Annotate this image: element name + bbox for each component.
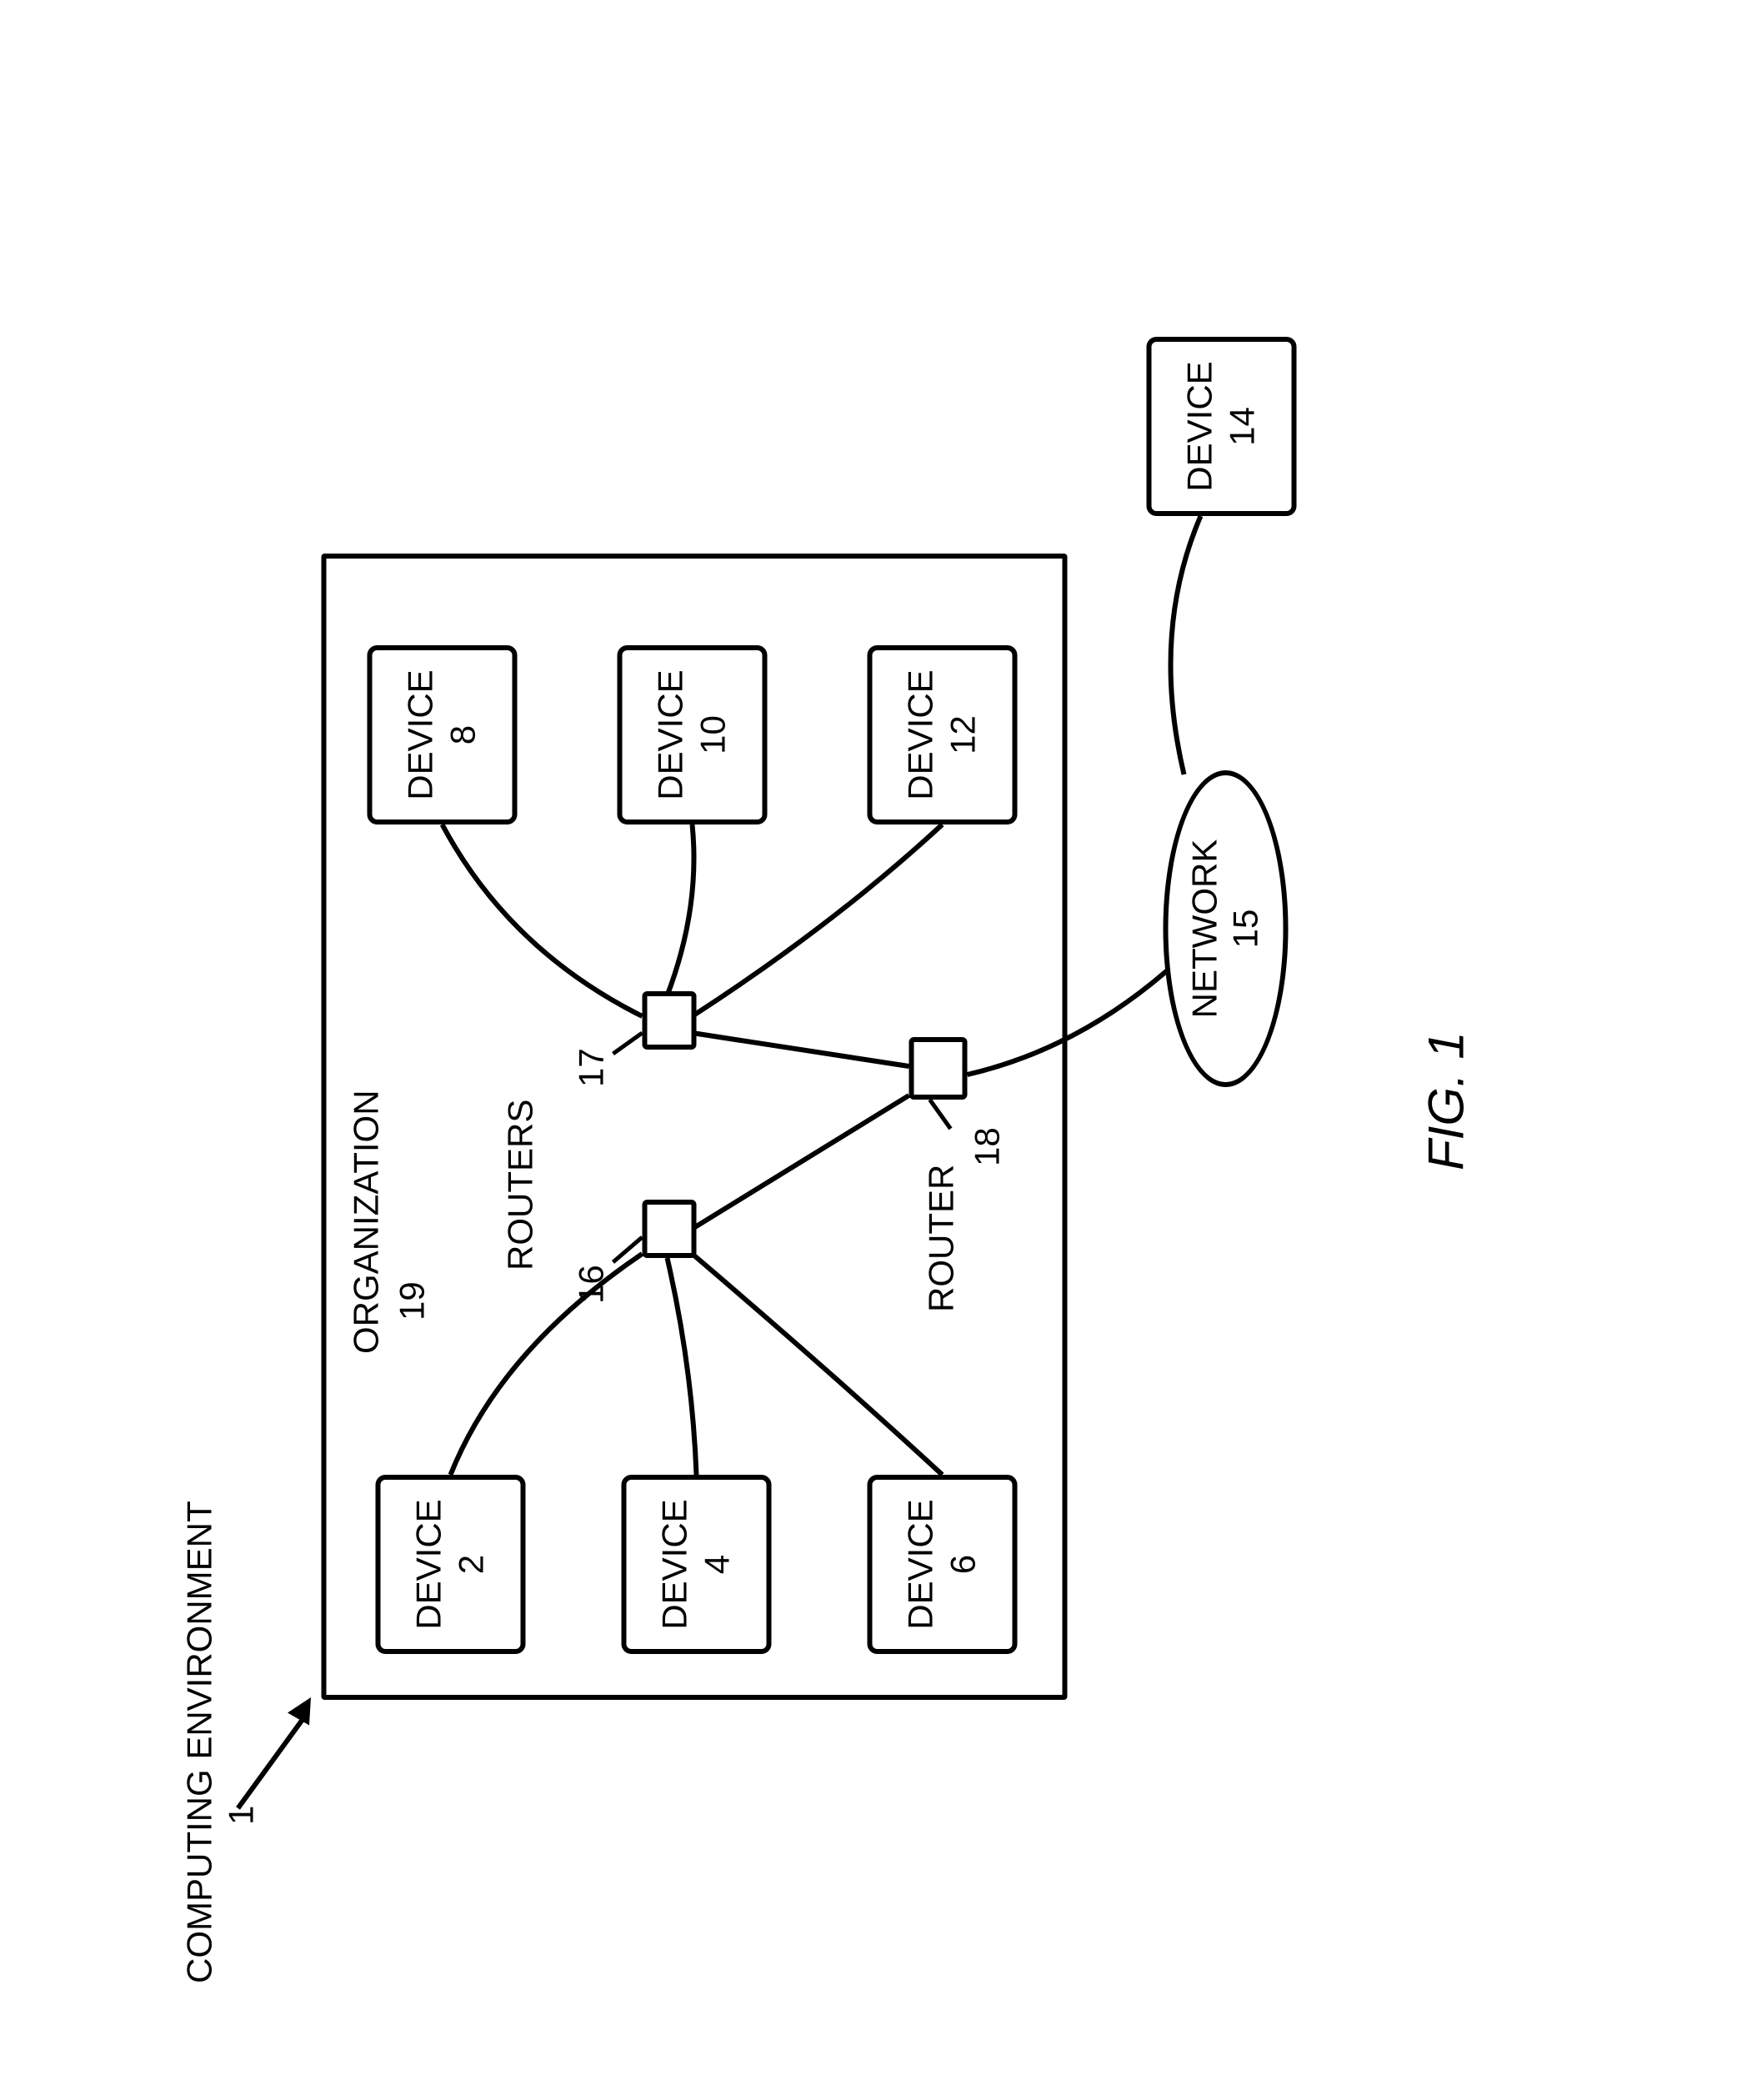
router-left-number: 16 xyxy=(571,1265,611,1304)
device-label: DEVICE xyxy=(650,669,692,799)
device-8: DEVICE 8 xyxy=(367,645,517,824)
organization-label: ORGANIZATION xyxy=(346,1090,386,1354)
arrow-icon xyxy=(288,1692,322,1726)
router-bottom-label: ROUTER xyxy=(921,1165,961,1312)
device-label: DEVICE xyxy=(1179,361,1221,491)
network-node: NETWORK 15 xyxy=(1163,770,1288,1087)
network-label: NETWORK xyxy=(1185,839,1225,1019)
device-number: 2 xyxy=(450,1555,492,1574)
router-bottom xyxy=(909,1037,967,1100)
organization-number: 19 xyxy=(392,1281,432,1321)
device-label: DEVICE xyxy=(400,669,442,799)
title-label: COMPUTING ENVIRONMENT xyxy=(179,1501,219,1983)
router-right xyxy=(642,991,696,1050)
device-14: DEVICE 14 xyxy=(1146,337,1296,516)
device-2: DEVICE 2 xyxy=(375,1475,525,1654)
device-12: DEVICE 12 xyxy=(867,645,1017,824)
device-number: 6 xyxy=(942,1555,984,1574)
routers-label: ROUTERS xyxy=(500,1100,540,1271)
device-10: DEVICE 10 xyxy=(617,645,767,824)
device-label: DEVICE xyxy=(654,1499,696,1629)
device-number: 10 xyxy=(692,715,733,754)
device-number: 4 xyxy=(696,1555,738,1574)
router-right-number: 17 xyxy=(571,1048,611,1087)
device-number: 14 xyxy=(1221,407,1263,446)
router-left xyxy=(642,1200,696,1258)
device-label: DEVICE xyxy=(408,1499,450,1629)
device-4: DEVICE 4 xyxy=(621,1475,771,1654)
router-bottom-number: 18 xyxy=(967,1127,1007,1166)
device-label: DEVICE xyxy=(900,1499,942,1629)
device-6: DEVICE 6 xyxy=(867,1475,1017,1654)
device-number: 8 xyxy=(442,725,483,744)
network-number: 15 xyxy=(1225,910,1265,949)
figure-label: FIG. 1 xyxy=(1417,1031,1474,1170)
device-label: DEVICE xyxy=(900,669,942,799)
device-number: 12 xyxy=(942,715,984,754)
title-number: 1 xyxy=(221,1806,261,1825)
